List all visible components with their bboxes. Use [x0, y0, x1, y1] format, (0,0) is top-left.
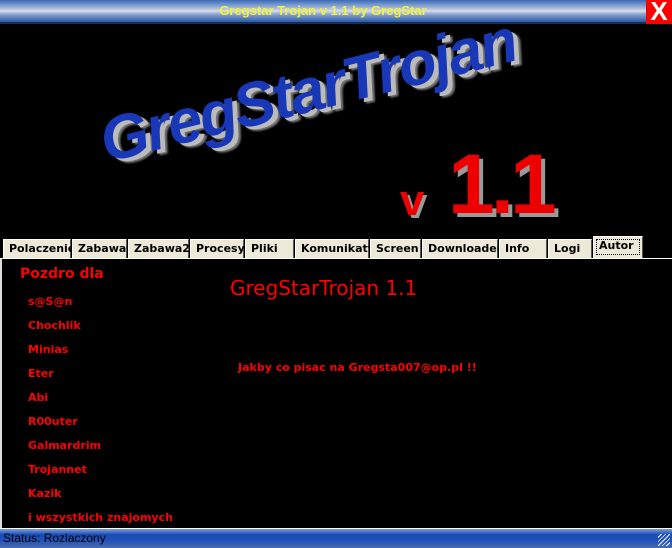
list-item: i wszystkich znajomych — [28, 511, 173, 524]
resize-grip-icon[interactable] — [658, 534, 670, 546]
logo-version-prefix: v — [400, 176, 425, 225]
window-title: Gregstar Trojan v 1.1 by GregStar — [219, 3, 427, 18]
tab-procesy[interactable]: Procesy — [190, 239, 245, 258]
status-text: Status: Rozlaczony — [3, 531, 106, 545]
tab-info[interactable]: Info — [499, 239, 547, 258]
logo: GregStarTrojan v 1.1 — [0, 6, 672, 236]
tab-pliki[interactable]: Pliki — [245, 239, 294, 258]
list-item: Minias — [28, 343, 69, 356]
list-item: s@S@n — [28, 295, 73, 308]
tab-screen[interactable]: Screen — [370, 239, 421, 258]
tab-logi[interactable]: Logi — [548, 239, 592, 258]
tab-polaczenie[interactable]: Polaczenie — [3, 239, 75, 258]
app-title: GregStarTrojan 1.1 — [230, 276, 418, 300]
list-item: Kazik — [28, 487, 62, 500]
list-item: R00uter — [28, 415, 78, 428]
tab-downloader[interactable]: Downloader — [422, 239, 502, 258]
list-item: Chochlik — [28, 319, 81, 332]
greeting-label: Pozdro dla — [20, 266, 104, 282]
tab-komunikaty[interactable]: Komunikaty — [295, 239, 375, 258]
tab-zabawa2[interactable]: Zabawa2 — [128, 239, 190, 258]
tab-autor[interactable]: Autor — [593, 236, 643, 258]
status-bar: Status: Rozlaczony — [0, 528, 672, 548]
list-item: Trojannet — [28, 463, 87, 476]
contact-text: Jakby co pisac na Gregsta007@op.pl !! — [238, 361, 477, 374]
title-bar[interactable]: Gregstar Trojan v 1.1 by GregStar X — [0, 0, 672, 24]
list-item: Abi — [28, 391, 49, 404]
close-button[interactable]: X — [646, 0, 672, 24]
autor-panel: Pozdro dla s@S@n Chochlik Minias Eter Ab… — [0, 258, 672, 528]
logo-version-number: 1.1 — [448, 137, 557, 231]
list-item: Galmardrim — [28, 439, 102, 452]
list-item: Eter — [28, 367, 54, 380]
tab-zabawa[interactable]: Zabawa — [72, 239, 127, 258]
tab-bar: Polaczenie Zabawa Zabawa2 Procesy Pliki … — [0, 236, 672, 258]
